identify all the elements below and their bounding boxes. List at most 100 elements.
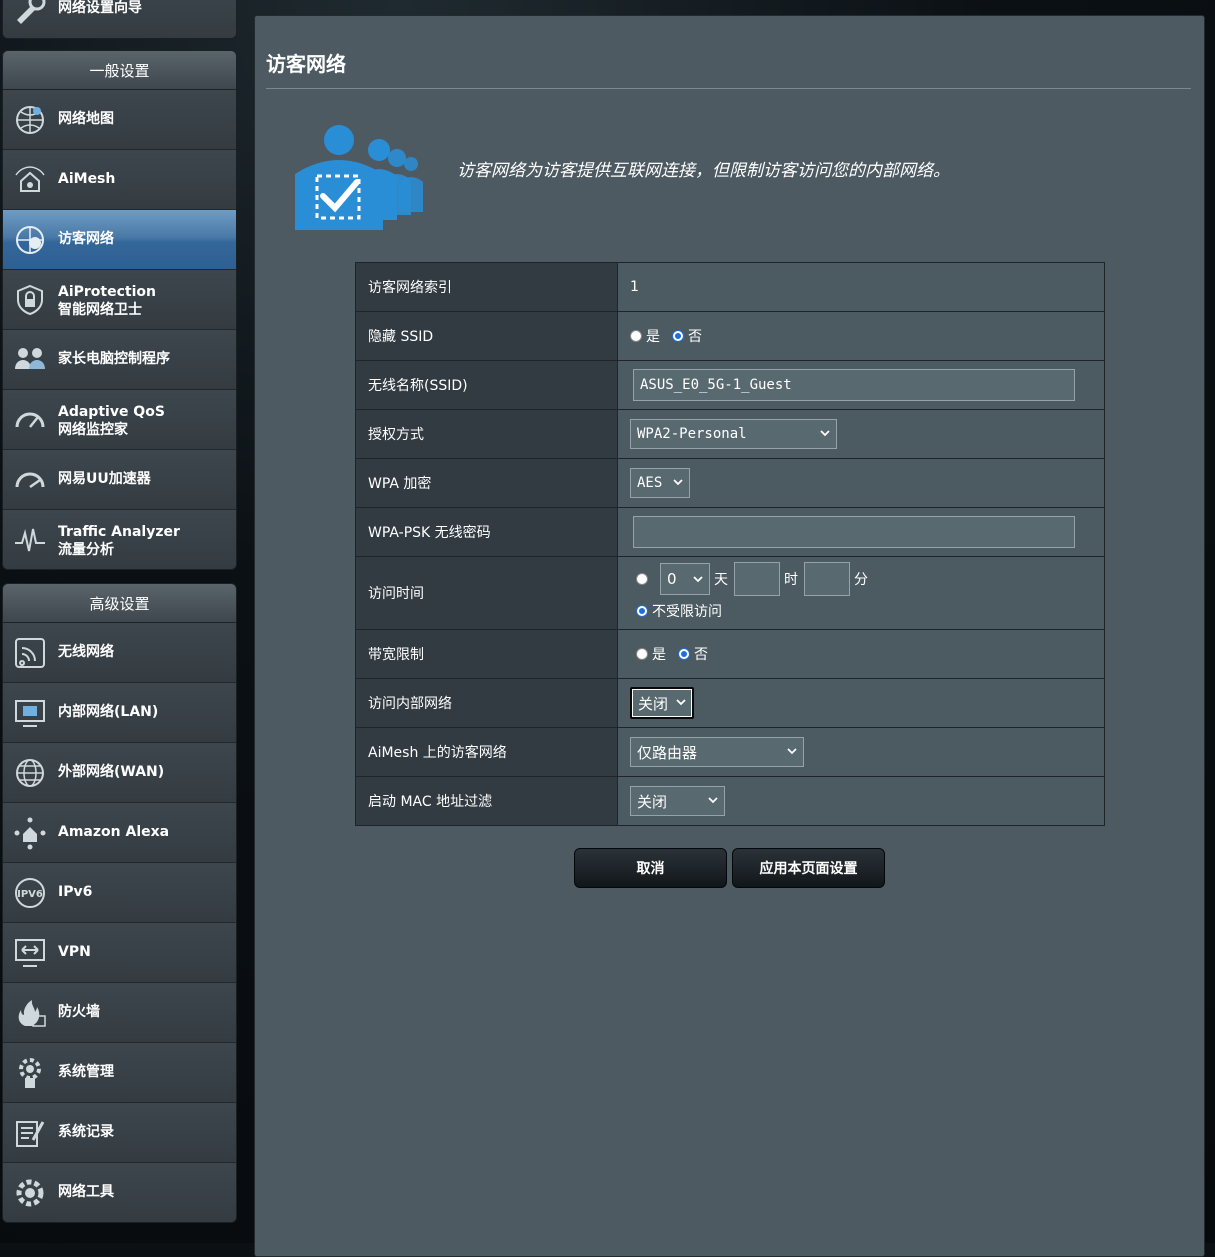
access-time-limited: 0 天 时 分 xyxy=(636,562,874,596)
main-panel: 访客网络 访客网络为访客提供互联网连接，但限制访客访问您的内部网络。 访客网络索… xyxy=(254,15,1205,1257)
guest-index-value: 1 xyxy=(630,279,639,295)
sidebar-item-label: 网易UU加速器 xyxy=(58,471,151,487)
sidebar-item-vpn[interactable]: VPN xyxy=(3,923,236,983)
sidebar-item-label: Amazon Alexa xyxy=(58,824,170,840)
wizard-tools-icon xyxy=(12,0,48,27)
access-days-select[interactable]: 0 xyxy=(660,563,710,595)
uu-accelerator-icon xyxy=(12,462,48,498)
system-log-icon xyxy=(12,1115,48,1151)
sidebar-item-ipv6[interactable]: IPV6 IPv6 xyxy=(3,863,236,923)
aiprotection-label: AiProtection xyxy=(58,284,156,300)
ipv6-icon: IPV6 xyxy=(12,875,48,911)
row-intranet-access: 访问内部网络 关闭 xyxy=(356,679,1104,728)
sidebar-item-label: VPN xyxy=(58,944,91,960)
wpa-psk-input[interactable] xyxy=(633,516,1075,548)
label-wpa-encryption: WPA 加密 xyxy=(356,459,618,507)
label-bandwidth-limit: 带宽限制 xyxy=(356,630,618,678)
bandwidth-no-label: 否 xyxy=(694,647,708,663)
title-divider xyxy=(266,88,1191,89)
sidebar-item-label: 网络设置向导 xyxy=(58,0,142,16)
apply-button[interactable]: 应用本页面设置 xyxy=(732,848,885,888)
sidebar-item-traffic-analyzer[interactable]: Traffic Analyzer 流量分析 xyxy=(3,510,236,569)
day-unit: 天 xyxy=(714,572,728,588)
sidebar-item-wan[interactable]: 外部网络(WAN) xyxy=(3,743,236,803)
sidebar-item-guest-network[interactable]: 访客网络 xyxy=(3,210,236,270)
access-time-unlimited-radio[interactable] xyxy=(636,605,648,617)
hide-ssid-no-label: 否 xyxy=(688,329,702,345)
qos-sublabel: 网络监控家 xyxy=(58,422,128,438)
row-bandwidth-limit: 带宽限制 是 否 xyxy=(356,630,1104,679)
intranet-access-value: 关闭 xyxy=(638,694,669,713)
sidebar-item-lan[interactable]: 内部网络(LAN) xyxy=(3,683,236,743)
sidebar-item-label: 家长电脑控制程序 xyxy=(58,351,170,367)
sidebar-item-label: 网络地图 xyxy=(58,111,114,127)
access-minutes-input[interactable] xyxy=(804,562,850,596)
chevron-down-icon xyxy=(693,576,703,583)
sidebar-item-label: AiProtection 智能网络卫士 xyxy=(58,283,156,319)
sidebar-item-label: 无线网络 xyxy=(58,644,114,660)
access-hours-input[interactable] xyxy=(734,562,780,596)
sidebar-item-firewall[interactable]: 防火墙 xyxy=(3,983,236,1043)
row-ssid: 无线名称(SSID) ASUS_E0_5G-1_Guest xyxy=(356,361,1104,410)
intranet-access-select[interactable]: 关闭 xyxy=(630,687,694,719)
auth-method-select[interactable]: WPA2-Personal xyxy=(630,419,837,449)
sidebar-item-setup-wizard[interactable]: 网络设置向导 xyxy=(3,0,236,38)
cancel-button[interactable]: 取消 xyxy=(574,848,727,888)
chevron-down-icon xyxy=(820,430,830,437)
chevron-down-icon xyxy=(708,797,718,804)
mac-filter-select[interactable]: 关闭 xyxy=(630,786,725,816)
row-wpa-psk: WPA-PSK 无线密码 xyxy=(356,508,1104,557)
guest-users-icon xyxy=(293,120,433,230)
advanced-settings-menu: 高级设置 无线网络 内部网络(LAN) 外部网络(WAN) Amazon Ale… xyxy=(2,583,237,1223)
sidebar-item-label: 访客网络 xyxy=(58,231,114,247)
sidebar-item-label: 网络工具 xyxy=(58,1184,114,1200)
page-description: 访客网络为访客提供互联网连接，但限制访客访问您的内部网络。 xyxy=(457,161,950,181)
aimesh-icon xyxy=(12,162,48,198)
sidebar-item-system-log[interactable]: 系统记录 xyxy=(3,1103,236,1163)
bandwidth-no-radio[interactable] xyxy=(678,648,690,660)
sidebar-item-uu-accelerator[interactable]: 网易UU加速器 xyxy=(3,450,236,510)
guest-settings-table: 访客网络索引 1 隐藏 SSID 是 否 无线名称(SSID) ASUS_E0_… xyxy=(355,262,1105,826)
advanced-settings-header: 高级设置 xyxy=(3,584,236,623)
hide-ssid-yes-radio[interactable] xyxy=(630,330,642,342)
sidebar-item-label: 系统管理 xyxy=(58,1064,114,1080)
row-hide-ssid: 隐藏 SSID 是 否 xyxy=(356,312,1104,361)
wpa-encryption-value: AES xyxy=(637,475,663,491)
ssid-input[interactable]: ASUS_E0_5G-1_Guest xyxy=(633,369,1075,401)
label-hide-ssid: 隐藏 SSID xyxy=(356,312,618,360)
alexa-icon xyxy=(12,815,48,851)
sidebar-item-network-tools[interactable]: 网络工具 xyxy=(3,1163,236,1222)
row-mac-filter: 启动 MAC 地址过滤 关闭 xyxy=(356,777,1104,825)
lan-icon xyxy=(12,695,48,731)
hour-unit: 时 xyxy=(784,572,798,588)
sidebar-item-alexa[interactable]: Amazon Alexa xyxy=(3,803,236,863)
aimesh-guest-select[interactable]: 仅路由器 xyxy=(630,737,804,767)
sidebar-item-label: Traffic Analyzer 流量分析 xyxy=(58,523,180,559)
sidebar-item-aimesh[interactable]: AiMesh xyxy=(3,150,236,210)
auth-method-value: WPA2-Personal xyxy=(637,426,747,442)
network-map-icon xyxy=(12,102,48,138)
sidebar-item-parental-control[interactable]: 家长电脑控制程序 xyxy=(3,330,236,390)
page-title: 访客网络 xyxy=(266,52,346,76)
sidebar-item-network-map[interactable]: 网络地图 xyxy=(3,90,236,150)
guest-network-icon xyxy=(12,222,48,258)
aiprotection-icon xyxy=(12,282,48,318)
sidebar-item-system-admin[interactable]: 系统管理 xyxy=(3,1043,236,1103)
sidebar-top-block: 网络设置向导 xyxy=(2,0,237,39)
sidebar-item-label: Adaptive QoS 网络监控家 xyxy=(58,403,165,439)
bandwidth-yes-radio[interactable] xyxy=(636,648,648,660)
access-time-limited-radio[interactable] xyxy=(636,573,648,585)
access-days-value: 0 xyxy=(667,570,677,588)
aiprotection-sublabel: 智能网络卫士 xyxy=(58,302,142,318)
sidebar-item-label: IPv6 xyxy=(58,884,93,900)
sidebar-item-aiprotection[interactable]: AiProtection 智能网络卫士 xyxy=(3,270,236,330)
label-ssid: 无线名称(SSID) xyxy=(356,361,618,409)
label-mac-filter: 启动 MAC 地址过滤 xyxy=(356,777,618,825)
sidebar-item-wireless[interactable]: 无线网络 xyxy=(3,623,236,683)
minute-unit: 分 xyxy=(854,572,868,588)
label-guest-index: 访客网络索引 xyxy=(356,263,618,311)
label-intranet-access: 访问内部网络 xyxy=(356,679,618,727)
hide-ssid-no-radio[interactable] xyxy=(672,330,684,342)
wpa-encryption-select[interactable]: AES xyxy=(630,468,690,498)
sidebar-item-adaptive-qos[interactable]: Adaptive QoS 网络监控家 xyxy=(3,390,236,450)
